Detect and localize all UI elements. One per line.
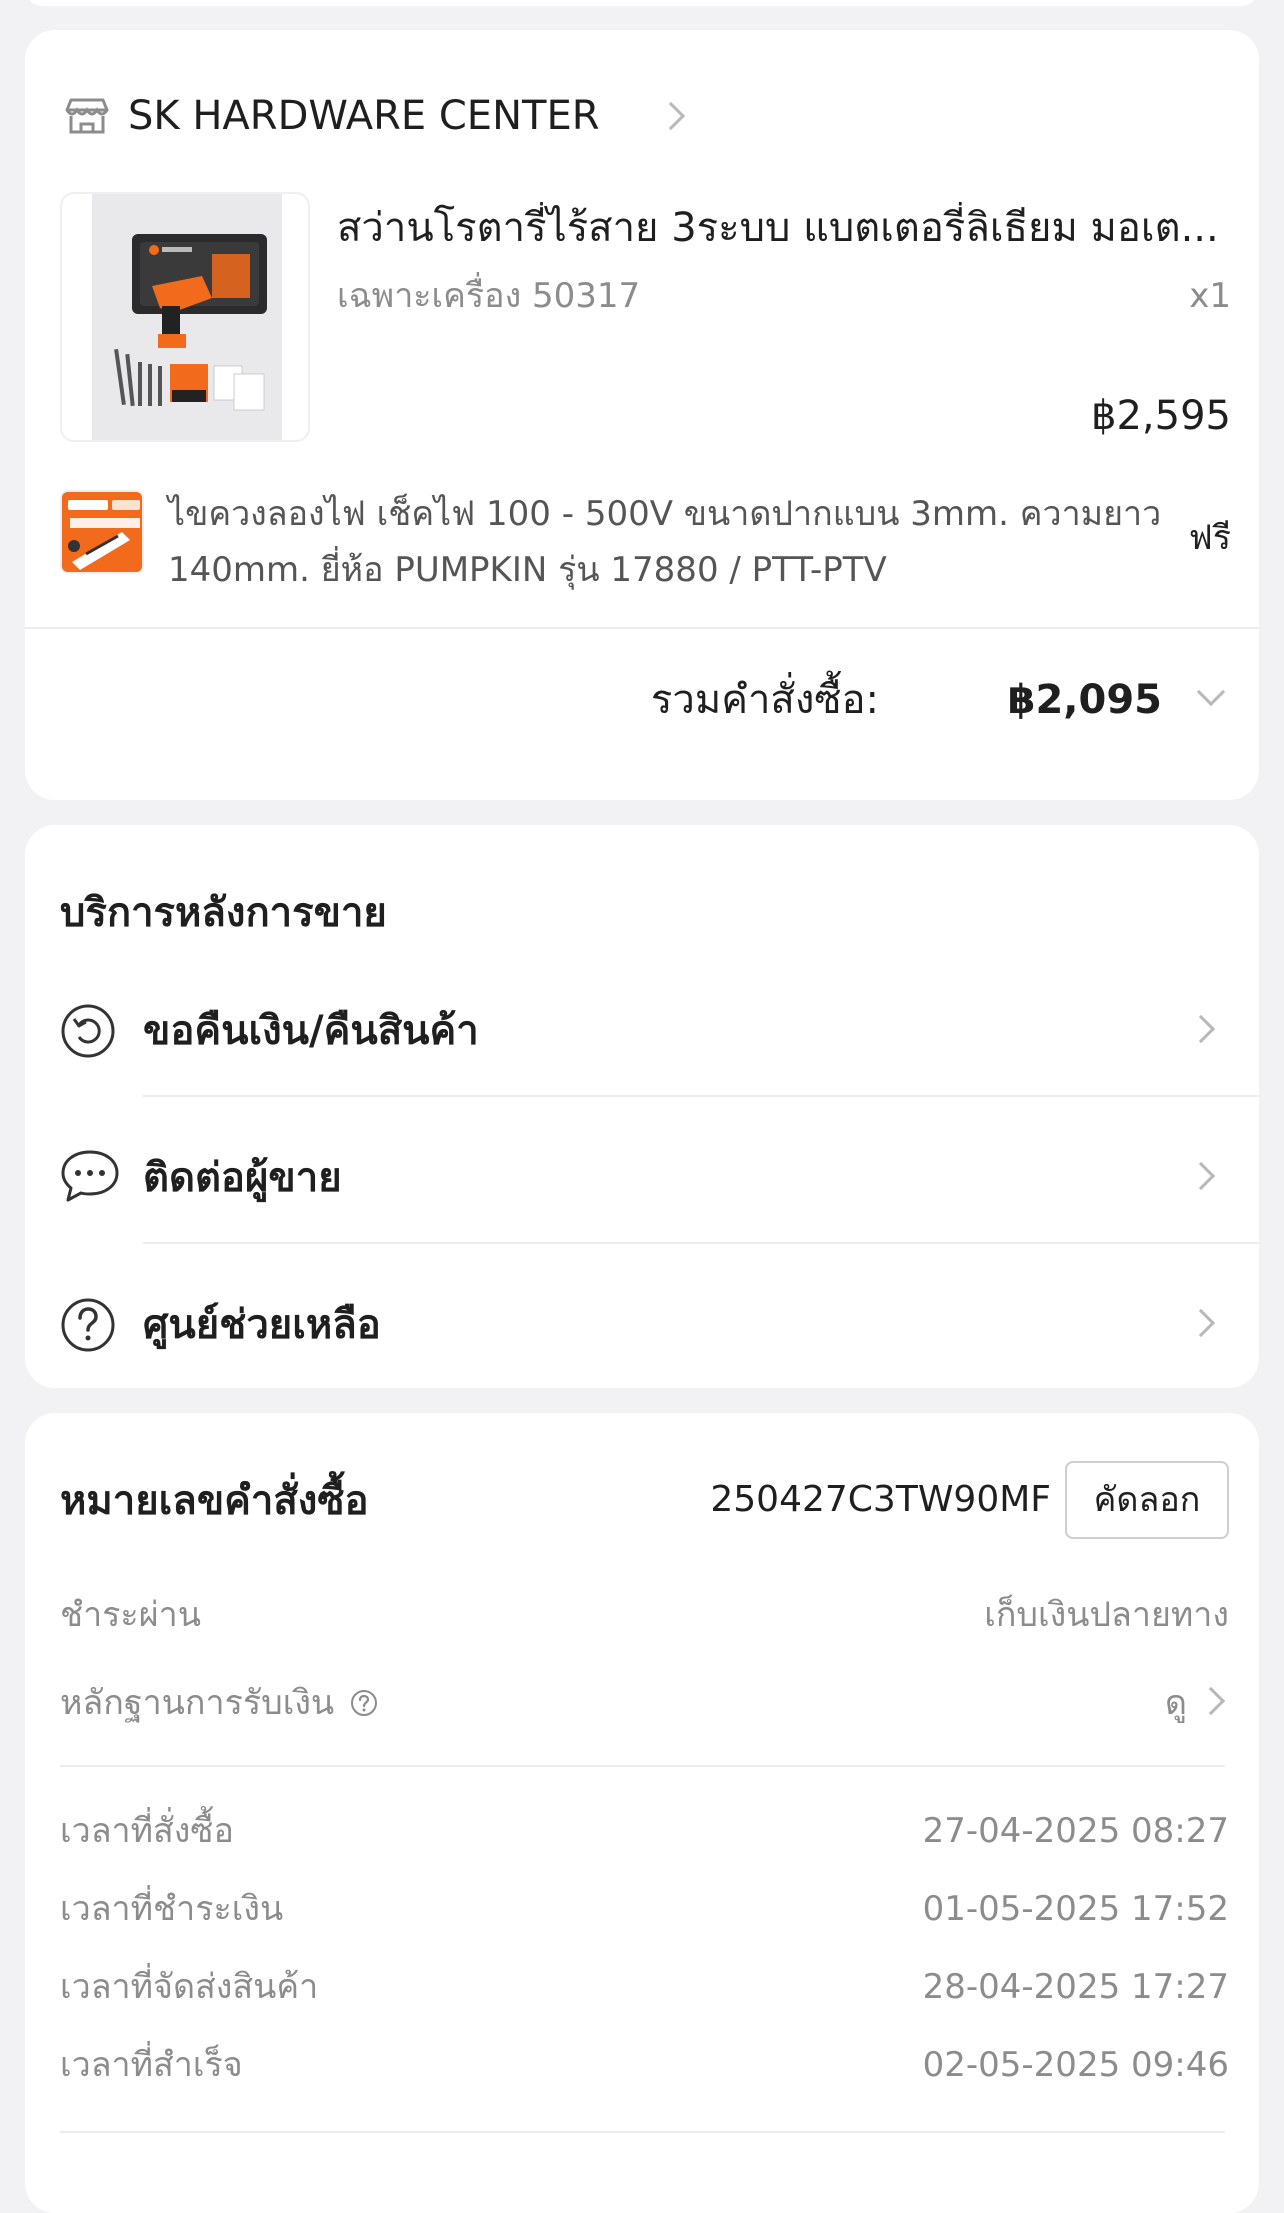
divider [25, 627, 1259, 629]
gift-price-label: ฟรี [1188, 518, 1231, 558]
time-label: เวลาที่ชำระเงิน [60, 1889, 284, 1929]
chevron-down-icon [1196, 677, 1226, 707]
chevron-right-icon [1196, 1686, 1226, 1716]
order-total-label: รวมคำสั่งซื้อ: [650, 677, 879, 723]
divider [60, 1765, 1225, 1767]
time-value: 01-05-2025 17:52 [922, 1889, 1229, 1929]
order-card: SK HARDWARE CENTER สว่านโรตารี่ไร้สาย 3ร [25, 30, 1259, 800]
chevron-right-icon [1186, 1308, 1216, 1338]
time-row-shipped: เวลาที่จัดส่งสินค้า 28-04-2025 17:27 [25, 1959, 1259, 2015]
payment-proof-label: หลักฐานการรับเงิน [60, 1683, 335, 1723]
after-sales-title: บริการหลังการขาย [60, 890, 387, 936]
shop-header[interactable]: SK HARDWARE CENTER [65, 90, 705, 142]
order-info-card: หมายเลขคำสั่งซื้อ 250427C3TW90MF คัดลอก … [25, 1413, 1259, 2213]
time-label: เวลาที่จัดส่งสินค้า [60, 1967, 319, 2007]
time-row-ordered: เวลาที่สั่งซื้อ 27-04-2025 08:27 [25, 1803, 1259, 1859]
previous-card [25, 0, 1259, 6]
menu-item-help-center[interactable]: ศูนย์ช่วยเหลือ [25, 1279, 1259, 1379]
menu-item-label: ขอคืนเงิน/คืนสินค้า [143, 1008, 479, 1054]
gift-image[interactable] [60, 490, 144, 574]
shop-icon [65, 96, 109, 136]
time-row-completed: เวลาที่สำเร็จ 02-05-2025 09:46 [25, 2037, 1259, 2093]
menu-item-refund[interactable]: ขอคืนเงิน/คืนสินค้า [25, 985, 1259, 1085]
menu-item-label: ศูนย์ช่วยเหลือ [143, 1302, 381, 1348]
product-variant: เฉพาะเครื่อง 50317 [337, 276, 641, 316]
order-number-value: 250427C3TW90MF [710, 1479, 1051, 1520]
payment-proof-row[interactable]: หลักฐานการรับเงิน ดู [25, 1675, 1259, 1731]
after-sales-card: บริการหลังการขาย ขอคืนเงิน/คืนสินค้า ติด… [25, 825, 1259, 1388]
chevron-right-icon [1186, 1161, 1216, 1191]
divider [60, 2131, 1225, 2133]
copy-button[interactable]: คัดลอก [1065, 1461, 1229, 1539]
payment-proof-view: ดู [1164, 1683, 1187, 1723]
help-icon [60, 1297, 116, 1353]
menu-item-contact-seller[interactable]: ติดต่อผู้ขาย [25, 1132, 1259, 1232]
product-image[interactable] [60, 192, 310, 442]
time-value: 28-04-2025 17:27 [922, 1967, 1229, 2007]
return-icon [60, 1003, 116, 1059]
order-total-row[interactable]: รวมคำสั่งซื้อ: ฿2,095 [25, 660, 1259, 740]
time-value: 02-05-2025 09:46 [922, 2045, 1229, 2085]
chevron-right-icon [1186, 1014, 1216, 1044]
chat-icon [60, 1148, 122, 1206]
time-label: เวลาที่สั่งซื้อ [60, 1811, 234, 1851]
product-title[interactable]: สว่านโรตารี่ไร้สาย 3ระบบ แบตเตอรี่ลิเธีย… [337, 202, 1247, 254]
divider [143, 1095, 1259, 1097]
product-price: ฿2,595 [1091, 393, 1231, 439]
payment-method-label: ชำระผ่าน [60, 1595, 201, 1635]
time-label: เวลาที่สำเร็จ [60, 2045, 243, 2085]
divider [143, 1242, 1259, 1244]
chevron-right-icon [656, 101, 686, 131]
payment-method-value: เก็บเงินปลายทาง [984, 1595, 1229, 1635]
order-total-value: ฿2,095 [1007, 677, 1162, 723]
shop-name: SK HARDWARE CENTER [128, 93, 600, 139]
order-number-label: หมายเลขคำสั่งซื้อ [60, 1478, 369, 1524]
product-quantity: x1 [1189, 276, 1231, 316]
time-value: 27-04-2025 08:27 [922, 1811, 1229, 1851]
menu-item-label: ติดต่อผู้ขาย [143, 1155, 342, 1201]
time-row-paid: เวลาที่ชำระเงิน 01-05-2025 17:52 [25, 1881, 1259, 1937]
gift-title[interactable]: ไขควงลองไฟ เช็คไฟ 100 - 500V ขนาดปากแบน … [168, 486, 1168, 598]
info-icon[interactable] [350, 1689, 378, 1717]
